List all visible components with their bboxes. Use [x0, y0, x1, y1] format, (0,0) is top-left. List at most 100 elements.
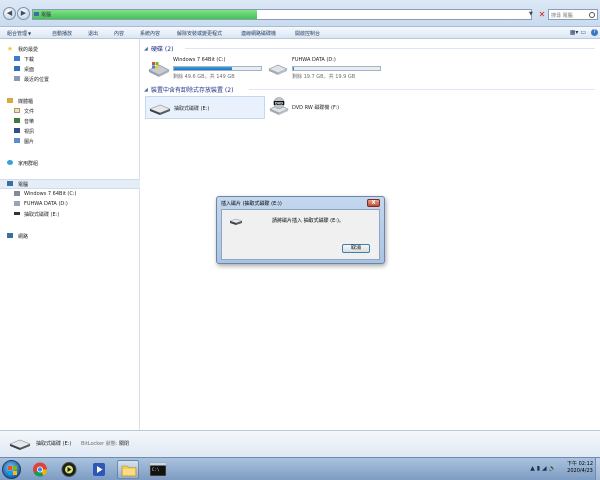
address-dropdown-icon[interactable]: ▼	[529, 9, 535, 20]
nav-network[interactable]: 網路	[18, 233, 28, 240]
cancel-button[interactable]: 取消	[342, 244, 370, 253]
drive-d-usage-fill	[293, 67, 294, 70]
drive-c-usage-fill	[174, 67, 233, 70]
taskbar: C:\ ▲ ▮ ◢ 🔊 下午 02:12 2020/4/23	[0, 457, 600, 480]
windows-drive-icon	[148, 62, 170, 77]
start-button[interactable]	[2, 460, 21, 479]
autoplay-button[interactable]: 自動播放	[52, 30, 72, 37]
taskbar-explorer[interactable]	[117, 460, 139, 479]
show-desktop-button[interactable]	[595, 458, 600, 480]
taskbar-command-prompt[interactable]: C:\	[147, 460, 169, 479]
dialog-message: 請將磁片插入 抽取式磁碟 (E:)。	[272, 218, 344, 224]
drive-tile-e[interactable]: 抽取式磁碟 (E:)	[145, 96, 265, 119]
media-player-icon	[61, 462, 77, 477]
nav-homegroup[interactable]: 家用群組	[18, 160, 38, 167]
details-bitlocker-status: BitLocker 狀態: 關閉	[81, 440, 129, 447]
group-header-removable[interactable]: 裝置中含有卸除式存放裝置 (2)	[151, 85, 233, 94]
system-tray-icons[interactable]: ▲ ▮ ◢ 🔊	[530, 465, 556, 472]
taskbar-chrome[interactable]	[29, 460, 51, 479]
stop-loading-icon[interactable]: ✕	[537, 9, 547, 20]
forward-button[interactable]: ▶	[17, 7, 30, 20]
clock-time: 下午 02:12	[567, 461, 593, 467]
windows-logo-icon	[8, 471, 12, 475]
library-icon	[7, 98, 13, 103]
group-divider	[249, 89, 595, 90]
nav-videos[interactable]: 視訊	[24, 128, 34, 135]
back-button[interactable]: ◀	[3, 7, 16, 20]
dialog-close-button[interactable]: X	[367, 199, 380, 207]
taskbar-clock[interactable]: 下午 02:12 2020/4/23	[567, 461, 593, 475]
chrome-icon	[33, 462, 48, 477]
windows-logo-icon	[13, 466, 17, 470]
dialog-body: 請將磁片插入 抽取式磁碟 (E:)。 取消	[221, 209, 380, 260]
nav-desktop[interactable]: 桌面	[24, 66, 34, 73]
dialog-title: 插入磁片 (抽取式磁碟 (E:))	[221, 201, 282, 207]
homegroup-icon	[7, 160, 13, 165]
windows-media-icon	[93, 463, 105, 476]
collapse-arrow-icon[interactable]: ◢	[144, 87, 148, 93]
uninstall-program-button[interactable]: 解除安裝或變更程式	[177, 30, 222, 37]
nav-libraries[interactable]: 媒體櫃	[18, 98, 33, 105]
group-divider	[185, 48, 595, 49]
search-placeholder: 搜尋 電腦	[551, 13, 573, 19]
drive-c-free-space: 剩餘 49.6 GB，共 149 GB	[173, 74, 235, 80]
nav-favorites[interactable]: 我的最愛	[18, 46, 38, 53]
clock-date: 2020/4/23	[567, 468, 593, 474]
eject-button[interactable]: 退出	[88, 30, 98, 37]
details-item-name: 抽取式磁碟 (E:)	[36, 441, 72, 447]
removable-drive-icon	[229, 218, 243, 225]
windows-logo-icon	[8, 466, 12, 470]
hard-drive-icon	[268, 64, 288, 75]
system-properties-button[interactable]: 系統內容	[140, 30, 160, 37]
navigation-pane: 我的最愛 下載 桌面 最近的位置 媒體櫃 文件 音樂 視訊 圖片 家用群組 電腦…	[0, 39, 140, 430]
nav-drive-c[interactable]: Windows 7 64Bit (C:)	[24, 191, 77, 197]
bitlocker-value: 關閉	[119, 441, 130, 447]
search-input[interactable]: 搜尋 電腦	[548, 9, 598, 20]
removable-drive-icon	[149, 104, 171, 115]
insert-disk-dialog: 插入磁片 (抽取式磁碟 (E:)) X 請將磁片插入 抽取式磁碟 (E:)。 取…	[216, 196, 385, 264]
videos-icon	[14, 128, 20, 133]
nav-drive-e[interactable]: 抽取式磁碟 (E:)	[24, 211, 59, 218]
svg-text:C:\: C:\	[152, 467, 160, 472]
windows-logo-icon	[13, 471, 17, 475]
drive-d-name: FUHWA DATA (D:)	[292, 57, 336, 63]
command-bar: 組合管理▼ 自動播放 退出 內容 系統內容 解除安裝或變更程式 連線網路磁碟機 …	[0, 27, 600, 39]
help-icon[interactable]: ?	[591, 29, 598, 36]
bitlocker-label: BitLocker 狀態:	[81, 441, 118, 447]
documents-icon	[14, 108, 20, 113]
search-icon	[589, 12, 595, 18]
nav-downloads[interactable]: 下載	[24, 56, 34, 63]
drive-e-name: 抽取式磁碟 (E:)	[174, 106, 210, 112]
map-network-drive-button[interactable]: 連線網路磁碟機	[241, 30, 276, 37]
terminal-icon: C:\	[149, 462, 167, 477]
nav-computer[interactable]: 電腦	[18, 181, 28, 188]
taskbar-windows-player[interactable]	[88, 460, 110, 479]
drive-d-usage-bar	[292, 66, 381, 71]
group-header-hard-disks[interactable]: 硬碟 (2)	[151, 44, 173, 53]
organize-button[interactable]: 組合管理▼	[7, 30, 31, 37]
open-control-panel-button[interactable]: 開啟控制台	[295, 30, 320, 37]
nav-music[interactable]: 音樂	[24, 118, 34, 125]
computer-icon	[7, 181, 13, 186]
svg-text:DVD: DVD	[275, 101, 283, 105]
removable-drive-icon	[14, 212, 20, 215]
view-options-icon[interactable]: ▦▾ ▭	[570, 29, 586, 36]
properties-button[interactable]: 內容	[114, 30, 124, 37]
drive-d-free-space: 剩餘 19.7 GB，共 19.9 GB	[292, 74, 356, 80]
taskbar-media-player[interactable]	[58, 460, 80, 479]
collapse-arrow-icon[interactable]: ◢	[144, 46, 148, 52]
folder-icon	[121, 465, 137, 477]
nav-documents[interactable]: 文件	[24, 108, 34, 115]
windows-drive-icon	[14, 191, 20, 196]
details-pane: 抽取式磁碟 (E:) BitLocker 狀態: 關閉	[0, 430, 600, 457]
nav-drive-d[interactable]: FUHWA DATA (D:)	[24, 201, 68, 207]
nav-pictures[interactable]: 圖片	[24, 138, 34, 145]
drive-f-name: DVD RW 磁碟機 (F:)	[292, 105, 340, 111]
hard-drive-icon	[14, 201, 20, 206]
address-bar[interactable]: 電腦	[32, 9, 532, 20]
chevron-down-icon: ▼	[28, 31, 32, 36]
removable-drive-icon	[9, 439, 31, 450]
nav-recent[interactable]: 最近的位置	[24, 76, 49, 83]
computer-icon	[34, 12, 39, 16]
desktop-icon	[14, 66, 20, 71]
